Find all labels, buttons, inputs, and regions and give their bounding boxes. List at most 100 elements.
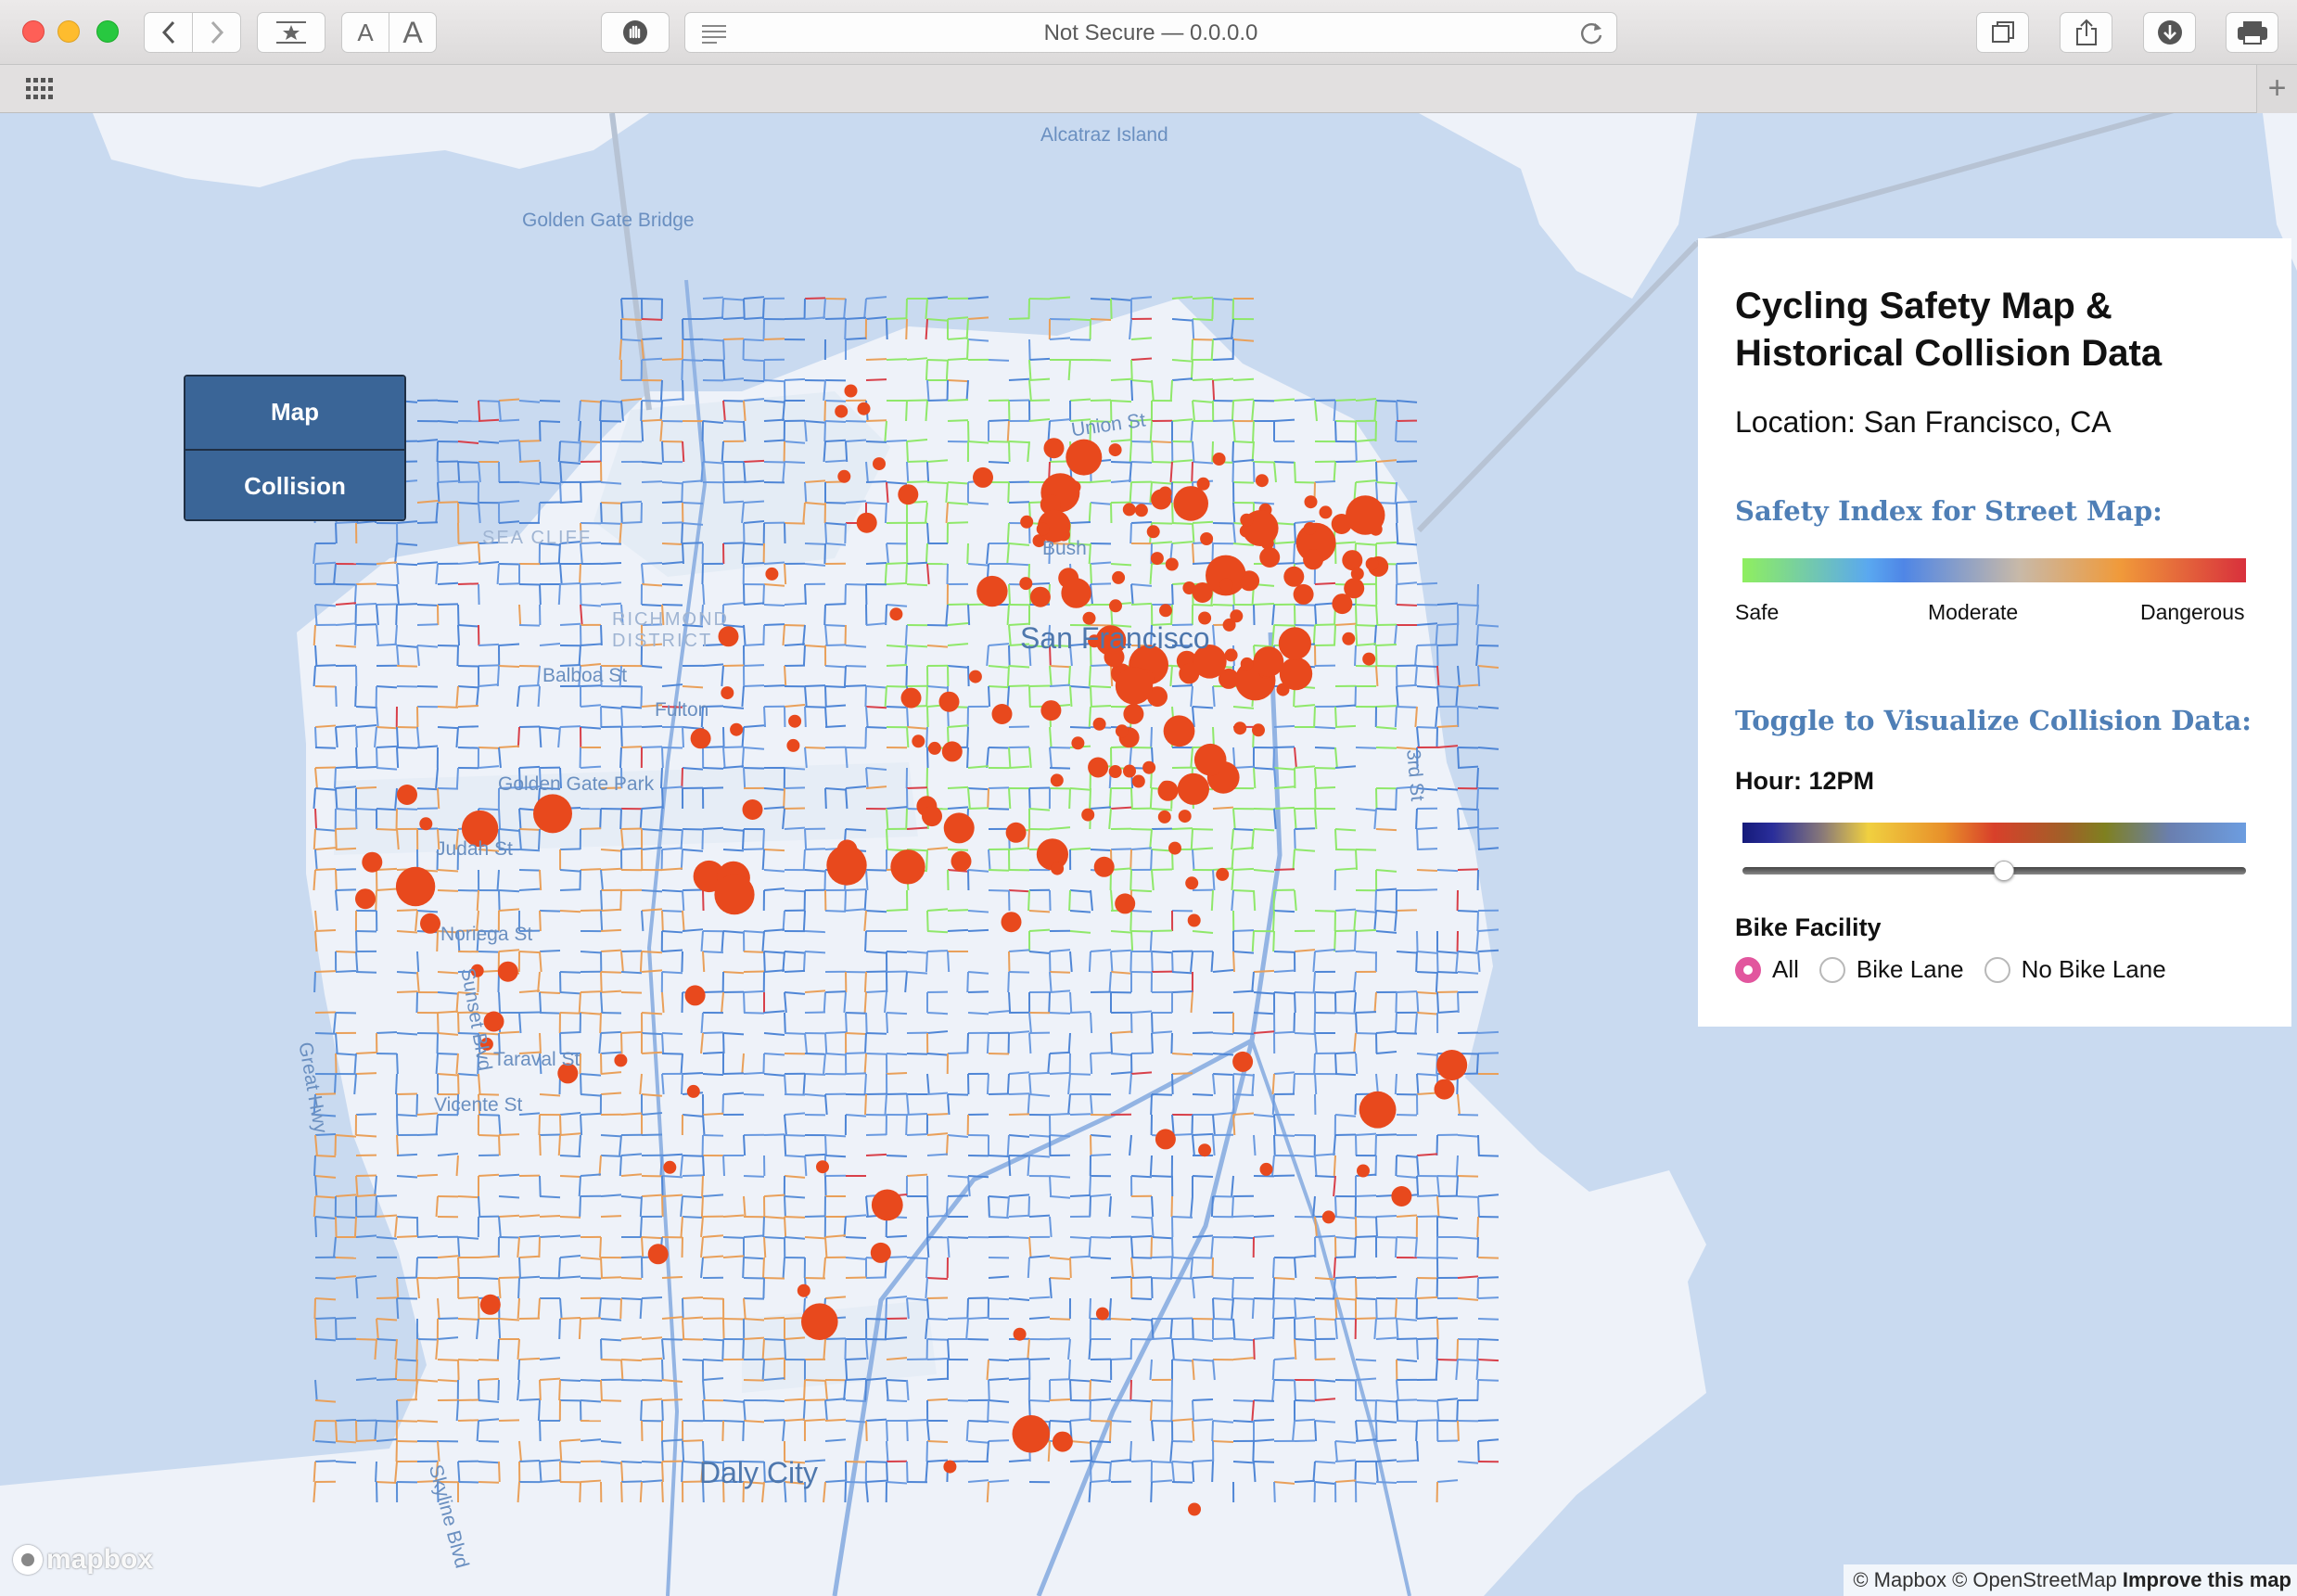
collision-marker[interactable] bbox=[938, 691, 960, 712]
collision-marker[interactable] bbox=[1163, 715, 1195, 747]
collision-marker[interactable] bbox=[976, 575, 1008, 607]
collision-marker[interactable] bbox=[1232, 1051, 1254, 1072]
collision-marker[interactable] bbox=[1240, 513, 1254, 527]
collision-marker[interactable] bbox=[1346, 495, 1385, 535]
collision-marker[interactable] bbox=[1303, 522, 1317, 535]
collision-marker[interactable] bbox=[1219, 578, 1233, 592]
collision-marker[interactable] bbox=[1319, 505, 1333, 519]
collision-marker[interactable] bbox=[1359, 1091, 1397, 1129]
forward-button[interactable] bbox=[192, 12, 241, 53]
collision-marker[interactable] bbox=[1283, 566, 1305, 587]
collision-marker[interactable] bbox=[1230, 609, 1244, 623]
collision-marker[interactable] bbox=[742, 799, 763, 820]
collision-marker[interactable] bbox=[835, 404, 849, 418]
collision-marker[interactable] bbox=[1066, 439, 1103, 476]
collision-marker[interactable] bbox=[397, 785, 417, 805]
collision-marker[interactable] bbox=[1177, 772, 1209, 805]
radio-bike-lane[interactable] bbox=[1818, 956, 1845, 983]
collision-marker[interactable] bbox=[1224, 648, 1238, 662]
collision-marker[interactable] bbox=[1188, 1502, 1201, 1516]
collision-marker[interactable] bbox=[1212, 453, 1226, 466]
collision-marker[interactable] bbox=[362, 851, 383, 873]
collision-marker[interactable] bbox=[1193, 743, 1227, 776]
collision-marker[interactable] bbox=[1173, 486, 1208, 521]
map-view-button[interactable]: Map bbox=[185, 377, 404, 449]
collision-marker[interactable] bbox=[1019, 577, 1033, 591]
collision-marker[interactable] bbox=[614, 1053, 628, 1067]
collision-marker[interactable] bbox=[900, 687, 922, 709]
close-window-button[interactable] bbox=[22, 20, 45, 43]
collision-marker[interactable] bbox=[686, 1084, 700, 1098]
collision-marker[interactable] bbox=[1198, 1143, 1212, 1157]
collision-marker[interactable] bbox=[826, 845, 867, 886]
collision-marker[interactable] bbox=[1357, 1164, 1370, 1178]
collision-marker[interactable] bbox=[1029, 586, 1051, 607]
collision-marker[interactable] bbox=[730, 722, 744, 736]
collision-marker[interactable] bbox=[1146, 525, 1160, 539]
collision-marker[interactable] bbox=[765, 567, 779, 581]
collision-marker[interactable] bbox=[1200, 532, 1214, 545]
collision-marker[interactable] bbox=[856, 512, 877, 533]
collision-marker[interactable] bbox=[857, 402, 871, 415]
collision-marker[interactable] bbox=[1259, 547, 1281, 568]
collision-marker[interactable] bbox=[837, 469, 851, 483]
collision-marker[interactable] bbox=[1157, 810, 1171, 824]
collision-marker[interactable] bbox=[1012, 1415, 1051, 1453]
collision-marker[interactable] bbox=[1187, 913, 1201, 927]
collision-marker[interactable] bbox=[1142, 760, 1156, 774]
collision-marker[interactable] bbox=[1013, 1327, 1027, 1341]
collision-marker[interactable] bbox=[1178, 810, 1192, 824]
facility-option-bike-lane[interactable]: Bike Lane bbox=[1818, 955, 1964, 984]
collision-marker[interactable] bbox=[1155, 1129, 1176, 1150]
attribution-osm-link[interactable]: © OpenStreetMap bbox=[1952, 1568, 2117, 1591]
collision-marker[interactable] bbox=[844, 384, 858, 398]
collision-marker[interactable] bbox=[1240, 657, 1254, 670]
collision-marker[interactable] bbox=[1255, 474, 1269, 488]
collision-marker[interactable] bbox=[1092, 717, 1106, 731]
collision-marker[interactable] bbox=[1321, 1210, 1335, 1224]
collision-marker[interactable] bbox=[1436, 1050, 1468, 1080]
collision-marker[interactable] bbox=[1304, 495, 1318, 509]
collision-marker[interactable] bbox=[1123, 764, 1136, 778]
downloads-button[interactable] bbox=[2143, 12, 2196, 53]
address-bar[interactable]: Not Secure — 0.0.0.0 bbox=[684, 12, 1617, 53]
back-button[interactable] bbox=[144, 12, 193, 53]
increase-font-button[interactable]: A bbox=[389, 12, 437, 53]
collision-marker[interactable] bbox=[1043, 438, 1065, 459]
collision-marker[interactable] bbox=[1259, 1162, 1273, 1176]
collision-marker[interactable] bbox=[395, 866, 436, 907]
collision-marker[interactable] bbox=[1001, 912, 1022, 933]
zoom-window-button[interactable] bbox=[96, 20, 119, 43]
collision-marker[interactable] bbox=[1240, 575, 1254, 589]
collision-marker[interactable] bbox=[420, 913, 440, 934]
collision-marker[interactable] bbox=[951, 850, 972, 872]
collision-marker[interactable] bbox=[1253, 646, 1284, 677]
collision-marker[interactable] bbox=[1052, 1431, 1073, 1452]
collision-marker[interactable] bbox=[797, 1283, 810, 1297]
collision-marker[interactable] bbox=[1134, 504, 1148, 517]
collision-marker[interactable] bbox=[1278, 627, 1311, 660]
collision-marker[interactable] bbox=[1196, 477, 1210, 491]
facility-option-all[interactable]: All bbox=[1735, 955, 1799, 984]
decrease-font-button[interactable]: A bbox=[341, 12, 389, 53]
collision-marker[interactable] bbox=[991, 704, 1013, 724]
mapbox-logo[interactable]: mapbox bbox=[13, 1544, 153, 1576]
collision-view-button[interactable]: Collision bbox=[185, 449, 404, 519]
collision-marker[interactable] bbox=[690, 728, 711, 749]
collision-marker[interactable] bbox=[1108, 765, 1122, 778]
collision-marker[interactable] bbox=[870, 1242, 891, 1263]
collision-marker[interactable] bbox=[1095, 1307, 1109, 1321]
show-tabs-button[interactable] bbox=[1976, 12, 2029, 53]
collision-marker[interactable] bbox=[1051, 862, 1065, 875]
collision-marker[interactable] bbox=[1216, 867, 1230, 881]
collision-marker[interactable] bbox=[1168, 841, 1181, 855]
collision-marker[interactable] bbox=[1365, 557, 1379, 570]
collision-marker[interactable] bbox=[871, 1189, 903, 1221]
attribution-mapbox-link[interactable]: © Mapbox bbox=[1853, 1568, 1946, 1591]
collision-marker[interactable] bbox=[497, 961, 518, 982]
collision-marker[interactable] bbox=[1342, 550, 1363, 571]
collision-marker[interactable] bbox=[647, 1244, 669, 1265]
collision-marker[interactable] bbox=[943, 812, 975, 844]
collision-marker[interactable] bbox=[714, 875, 755, 915]
collision-marker[interactable] bbox=[355, 888, 376, 910]
